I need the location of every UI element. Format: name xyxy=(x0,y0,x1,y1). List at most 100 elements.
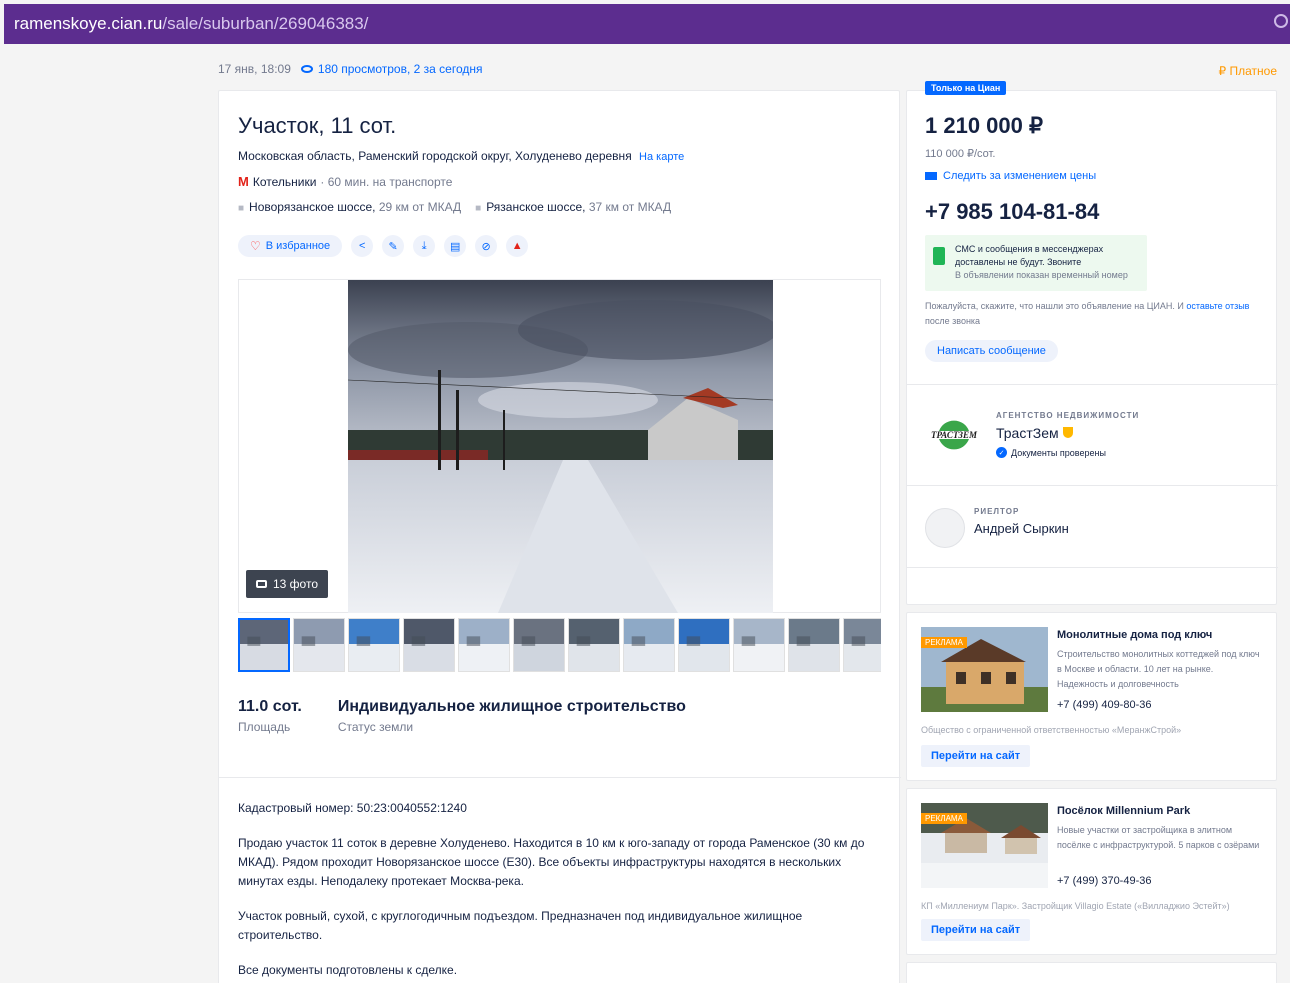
listing-meta: 17 янв, 18:09 180 просмотров, 2 за сегод… xyxy=(218,62,482,76)
ad-text: Новые участки от застройщика в элитном п… xyxy=(1057,825,1260,850)
photo-gallery[interactable]: 13 фото xyxy=(238,279,881,613)
main-photo[interactable] xyxy=(348,280,773,613)
ad-card[interactable]: РЕКЛАМА Монолитные дома под ключ Строите… xyxy=(906,612,1277,781)
ad-card[interactable]: РЕКЛАМА Посёлок Millennium Park Новые уч… xyxy=(906,788,1277,955)
ad-tag: РЕКЛАМА xyxy=(921,637,967,648)
camera-icon xyxy=(256,580,267,588)
photo-thumbnail[interactable] xyxy=(348,618,400,672)
photo-count-button[interactable]: 13 фото xyxy=(246,570,328,598)
photo-thumbnail[interactable] xyxy=(513,618,565,672)
photo-thumbnail[interactable] xyxy=(458,618,510,672)
car-icon: ■ xyxy=(238,203,245,214)
agency-name-text: ТрастЗем xyxy=(996,425,1059,441)
photo-thumbnail[interactable] xyxy=(733,618,785,672)
highway-name: Новорязанское шоссе, xyxy=(249,200,376,214)
photo-thumbnail[interactable] xyxy=(568,618,620,672)
temporary-number-note: В объявлении показан временный номер xyxy=(955,270,1128,280)
note-text: Пожалуйста, скажите, что нашли это объяв… xyxy=(925,301,1184,311)
agency-type: АГЕНТСТВО НЕДВИЖИМОСТИ xyxy=(996,411,1140,420)
mention-cian-note: Пожалуйста, скажите, что нашли это объяв… xyxy=(925,299,1255,329)
phone-number[interactable]: +7 985 104-81-84 xyxy=(925,199,1099,225)
divider xyxy=(907,485,1278,486)
only-on-cian-badge: Только на Циан xyxy=(925,81,1007,95)
leave-review-link[interactable]: оставьте отзыв xyxy=(1186,301,1249,311)
envelope-icon xyxy=(925,172,937,180)
metro-time: · 60 мин. на транспорте xyxy=(320,174,453,189)
address: Московская область, Раменский городской … xyxy=(238,149,684,163)
download-icon[interactable]: ⤓ xyxy=(413,235,436,257)
favorite-label: В избранное xyxy=(265,240,331,252)
description-paragraph: Продаю участок 11 соток в деревне Холуде… xyxy=(238,836,865,888)
fact-label: Статус земли xyxy=(337,720,414,734)
phone-icon xyxy=(933,247,945,265)
price-per-area: 110 000 ₽/сот. xyxy=(925,148,996,160)
note-end: после звонка xyxy=(925,316,981,326)
divider xyxy=(907,567,1278,568)
listing-title: Участок, 11 сот. xyxy=(238,113,397,138)
ad-go-button[interactable]: Перейти на сайт xyxy=(921,919,1031,941)
photo-thumbnail[interactable] xyxy=(293,618,345,672)
listing-card: Участок, 11 сот. Московская область, Рам… xyxy=(218,90,901,983)
agency-name[interactable]: ТрастЗем xyxy=(996,425,1073,441)
metro-icon: M xyxy=(238,174,249,189)
sms-warning: СМС и сообщения в мессенджерах доставлен… xyxy=(925,235,1147,291)
address-text: Московская область, Раменский городской … xyxy=(238,149,632,163)
paid-badge[interactable]: ₽ Платное xyxy=(1219,64,1277,78)
fact-area: 11.0 сот. Площадь xyxy=(238,698,302,734)
price: 1 210 000 ₽ xyxy=(925,113,1043,138)
share-icon[interactable]: < xyxy=(351,235,374,257)
favorite-button[interactable]: ♡ В избранное xyxy=(238,235,343,257)
ad-title[interactable]: Монолитные дома под ключ xyxy=(1057,629,1212,641)
metro-info: M Котельники · 60 мин. на транспорте xyxy=(238,174,452,189)
views-link[interactable]: 180 просмотров, 2 за сегодня xyxy=(300,62,483,76)
track-price-link[interactable]: Следить за изменением цены xyxy=(925,170,1096,182)
avatar-icon[interactable] xyxy=(925,508,965,548)
photo-thumbnail[interactable] xyxy=(788,618,840,672)
car-icon: ■ xyxy=(475,203,482,214)
highway-distance: 37 км от МКАД xyxy=(588,200,672,214)
print-icon[interactable]: ▤ xyxy=(444,235,467,257)
track-price-label: Следить за изменением цены xyxy=(943,170,1097,182)
photo-count: 13 фото xyxy=(273,577,318,591)
realtor-type: РИЕЛТОР xyxy=(974,507,1020,516)
zoom-icon[interactable] xyxy=(1274,14,1288,28)
metro-station[interactable]: Котельники xyxy=(253,175,317,189)
ad-go-button[interactable]: Перейти на сайт xyxy=(921,745,1031,767)
realtor-name[interactable]: Андрей Сыркин xyxy=(974,521,1069,536)
photo-thumbnail[interactable] xyxy=(623,618,675,672)
fact-value: Индивидуальное жилищное строительство xyxy=(337,698,686,715)
ad-title[interactable]: Посёлок Millennium Park xyxy=(1057,805,1190,817)
photo-thumbnail[interactable] xyxy=(238,618,290,672)
highways: ■ Новорязанское шоссе, 29 км от МКАД ■ Ряз… xyxy=(238,200,671,214)
fact-land-status: Индивидуальное жилищное строительство Ст… xyxy=(338,698,686,734)
highway-name: Рязанское шоссе, xyxy=(486,200,586,214)
edit-icon[interactable]: ✎ xyxy=(382,235,405,257)
ad-company: Общество с ограниченной ответственностью… xyxy=(921,725,1182,735)
write-message-button[interactable]: Написать сообщение xyxy=(925,340,1058,362)
action-bar: ♡ В избранное < ✎ ⤓ ▤ ⊘ ▲ xyxy=(238,235,529,257)
photo-thumbnail[interactable] xyxy=(403,618,455,672)
svg-text:ТРАСТЗЕМ: ТРАСТЗЕМ xyxy=(931,430,978,440)
description: Кадастровый номер: 50:23:0040552:1240 Пр… xyxy=(238,799,878,983)
ad-text: Строительство монолитных коттеджей под к… xyxy=(1057,649,1260,689)
page: 17 янв, 18:09 180 просмотров, 2 за сегод… xyxy=(4,44,1290,983)
ad-card[interactable] xyxy=(906,962,1277,983)
address-bar[interactable]: ramenskoye.cian.ru/sale/suburban/2690463… xyxy=(4,4,1290,44)
photo-thumbnail[interactable] xyxy=(678,618,730,672)
sms-warning-line: доставлены не будут. Звоните xyxy=(955,257,1082,267)
verified-icon: ✓ xyxy=(996,447,1007,458)
agency-logo[interactable]: ТРАСТЗЕМ xyxy=(925,411,983,459)
ad-phone[interactable]: +7 (499) 370-49-36 xyxy=(1057,875,1151,887)
views-text: 180 просмотров, 2 за сегодня xyxy=(317,62,483,76)
ad-phone[interactable]: +7 (499) 409-80-36 xyxy=(1057,699,1151,711)
photo-thumbnail[interactable] xyxy=(843,618,881,672)
ad-company: КП «Миллениум Парк». Застройщик Villagio… xyxy=(921,901,1230,911)
heart-icon: ♡ xyxy=(250,239,261,253)
map-link[interactable]: На карте xyxy=(639,151,684,163)
highway-item: ■ Рязанское шоссе, 37 км от МКАД xyxy=(475,200,671,214)
hide-icon[interactable]: ⊘ xyxy=(475,235,498,257)
report-icon[interactable]: ▲ xyxy=(506,235,529,257)
ad-tag: РЕКЛАМА xyxy=(921,813,967,824)
url-host: ramenskoye.cian.ru xyxy=(14,14,163,33)
fact-value: 11.0 сот. xyxy=(238,698,302,715)
